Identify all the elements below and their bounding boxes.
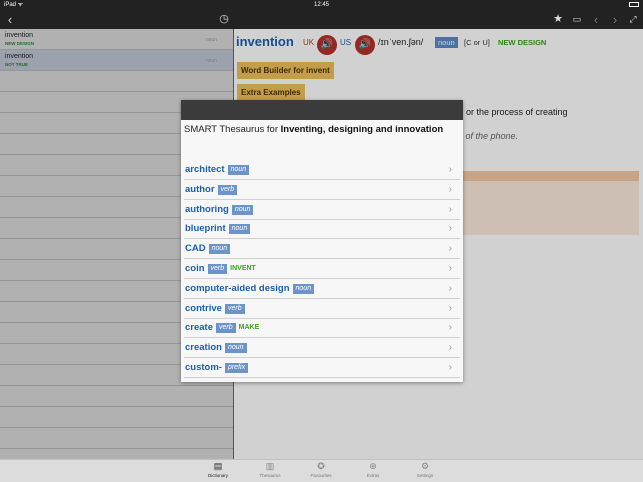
thesaurus-word-text: blueprint [185, 223, 226, 235]
chevron-right-icon: › [448, 282, 452, 294]
tab-bar: ▤ Dictionary ▥ Thesaurus ✪ Favourites ⊕ … [0, 459, 643, 482]
thesaurus-item-word: author verb [185, 183, 238, 195]
sense-tag: MAKE [238, 324, 260, 332]
thesaurus-item-word: computer-aided design noun [185, 282, 315, 294]
status-time: 12:45 [313, 2, 329, 8]
chevron-right-icon: › [448, 302, 452, 314]
thesaurus-item[interactable]: architect noun › [184, 160, 460, 180]
thesaurus-word-text: coin [185, 263, 205, 274]
tab-extras[interactable]: ⊕ Extras [348, 461, 398, 478]
tab-label: Extras [366, 473, 380, 478]
status-bar: iPad ᯤ 12:45 [0, 0, 643, 10]
thesaurus-word-text: contrive [185, 302, 222, 314]
chevron-right-icon: › [448, 322, 452, 334]
chevron-right-icon: › [448, 203, 452, 215]
thesaurus-item[interactable]: computer-aided design noun › [184, 279, 460, 299]
pos-badge: prefix [224, 363, 249, 373]
thesaurus-item-word: authoring noun [185, 203, 254, 215]
next-icon[interactable]: › [608, 10, 622, 29]
tab-label: Dictionary [207, 473, 228, 478]
thesaurus-item-word: contrive verb [185, 303, 245, 314]
chevron-right-icon: › [448, 362, 452, 373]
thesaurus-word-text: author [185, 183, 215, 195]
modal-title-topic: Inventing, designing and innovation [280, 124, 444, 135]
settings-icon: ⚙ [420, 461, 430, 471]
thesaurus-item[interactable]: creation noun › [184, 338, 460, 359]
back-icon[interactable]: ‹ [3, 10, 17, 29]
modal-title-prefix: SMART Thesaurus for [184, 124, 281, 135]
thesaurus-item[interactable]: contrive verb › [184, 299, 460, 319]
thesaurus-modal: SMART Thesaurus for Inventing, designing… [181, 100, 463, 382]
pos-badge: noun [228, 224, 251, 235]
dictionary-icon: ▤ [213, 461, 223, 471]
pos-badge: noun [292, 283, 315, 294]
thesaurus-item[interactable]: author verb › [184, 180, 460, 200]
sense-tag: INVENT [230, 265, 256, 272]
tab-label: Favourites [310, 473, 332, 478]
thesaurus-item[interactable]: CAD noun › [184, 239, 460, 260]
favourites-icon: ✪ [317, 461, 325, 471]
thesaurus-item[interactable]: create verb MAKE › [184, 318, 460, 339]
star-icon[interactable]: ★ [551, 10, 565, 29]
prev-icon[interactable]: ‹ [589, 10, 603, 29]
thesaurus-word-text: authoring [185, 203, 229, 215]
thesaurus-word-text: creation [185, 342, 222, 354]
modal-header [181, 100, 463, 120]
history-icon[interactable]: ◷ [217, 10, 231, 29]
thesaurus-item-word: create verb MAKE [185, 322, 260, 334]
thesaurus-item-word: coin verb INVENT [185, 263, 256, 274]
tab-favourites[interactable]: ✪ Favourites [296, 461, 346, 478]
thesaurus-word-text: architect [185, 164, 225, 175]
thesaurus-item-word: custom-prefix [185, 362, 249, 373]
tab-label: Settings [416, 473, 434, 478]
thesaurus-item[interactable]: custom-prefix › [184, 358, 460, 378]
expand-icon[interactable]: ⤢ [626, 10, 640, 29]
thesaurus-word-text: computer-aided design [185, 282, 290, 294]
thesaurus-item-word: architect noun [185, 164, 250, 175]
thesaurus-item[interactable]: authoring noun › [184, 200, 460, 220]
tab-thesaurus[interactable]: ▥ Thesaurus [245, 461, 295, 478]
tab-dictionary[interactable]: ▤ Dictionary [193, 461, 243, 478]
chevron-right-icon: › [448, 342, 452, 354]
pos-badge: verb [207, 264, 228, 274]
thesaurus-item-word: CAD noun [185, 243, 231, 255]
thesaurus-word-text: create [185, 322, 213, 334]
thesaurus-word-text: custom- [185, 362, 222, 373]
thesaurus-word-text: CAD [185, 243, 206, 255]
chevron-right-icon: › [448, 183, 452, 195]
battery-icon [629, 2, 639, 7]
chevron-right-icon: › [448, 243, 452, 255]
pos-badge: verb [216, 323, 236, 334]
modal-title: SMART Thesaurus for Inventing, designing… [184, 124, 454, 136]
thesaurus-item[interactable]: coin verb INVENT › [184, 259, 460, 279]
pos-badge: verb [217, 184, 238, 195]
pos-badge: noun [227, 165, 250, 175]
thesaurus-item-word: creation noun [185, 342, 247, 354]
chevron-right-icon: › [448, 164, 452, 175]
tab-label: Thesaurus [259, 473, 281, 478]
chevron-right-icon: › [448, 263, 452, 274]
flashcard-icon[interactable]: ▭ [570, 10, 584, 29]
thesaurus-icon: ▥ [265, 461, 275, 471]
thesaurus-item[interactable]: blueprint noun › [184, 219, 460, 240]
chevron-right-icon: › [448, 223, 452, 235]
pos-badge: noun [231, 204, 254, 215]
pos-badge: noun [208, 244, 231, 255]
thesaurus-item-word: blueprint noun [185, 223, 251, 235]
pos-badge: verb [224, 303, 245, 314]
pos-badge: noun [224, 343, 247, 354]
tab-settings[interactable]: ⚙ Settings [400, 461, 450, 478]
top-toolbar: ‹ ◷ ★ ▭ ‹ › ⤢ [0, 10, 643, 29]
extras-icon: ⊕ [369, 461, 377, 471]
